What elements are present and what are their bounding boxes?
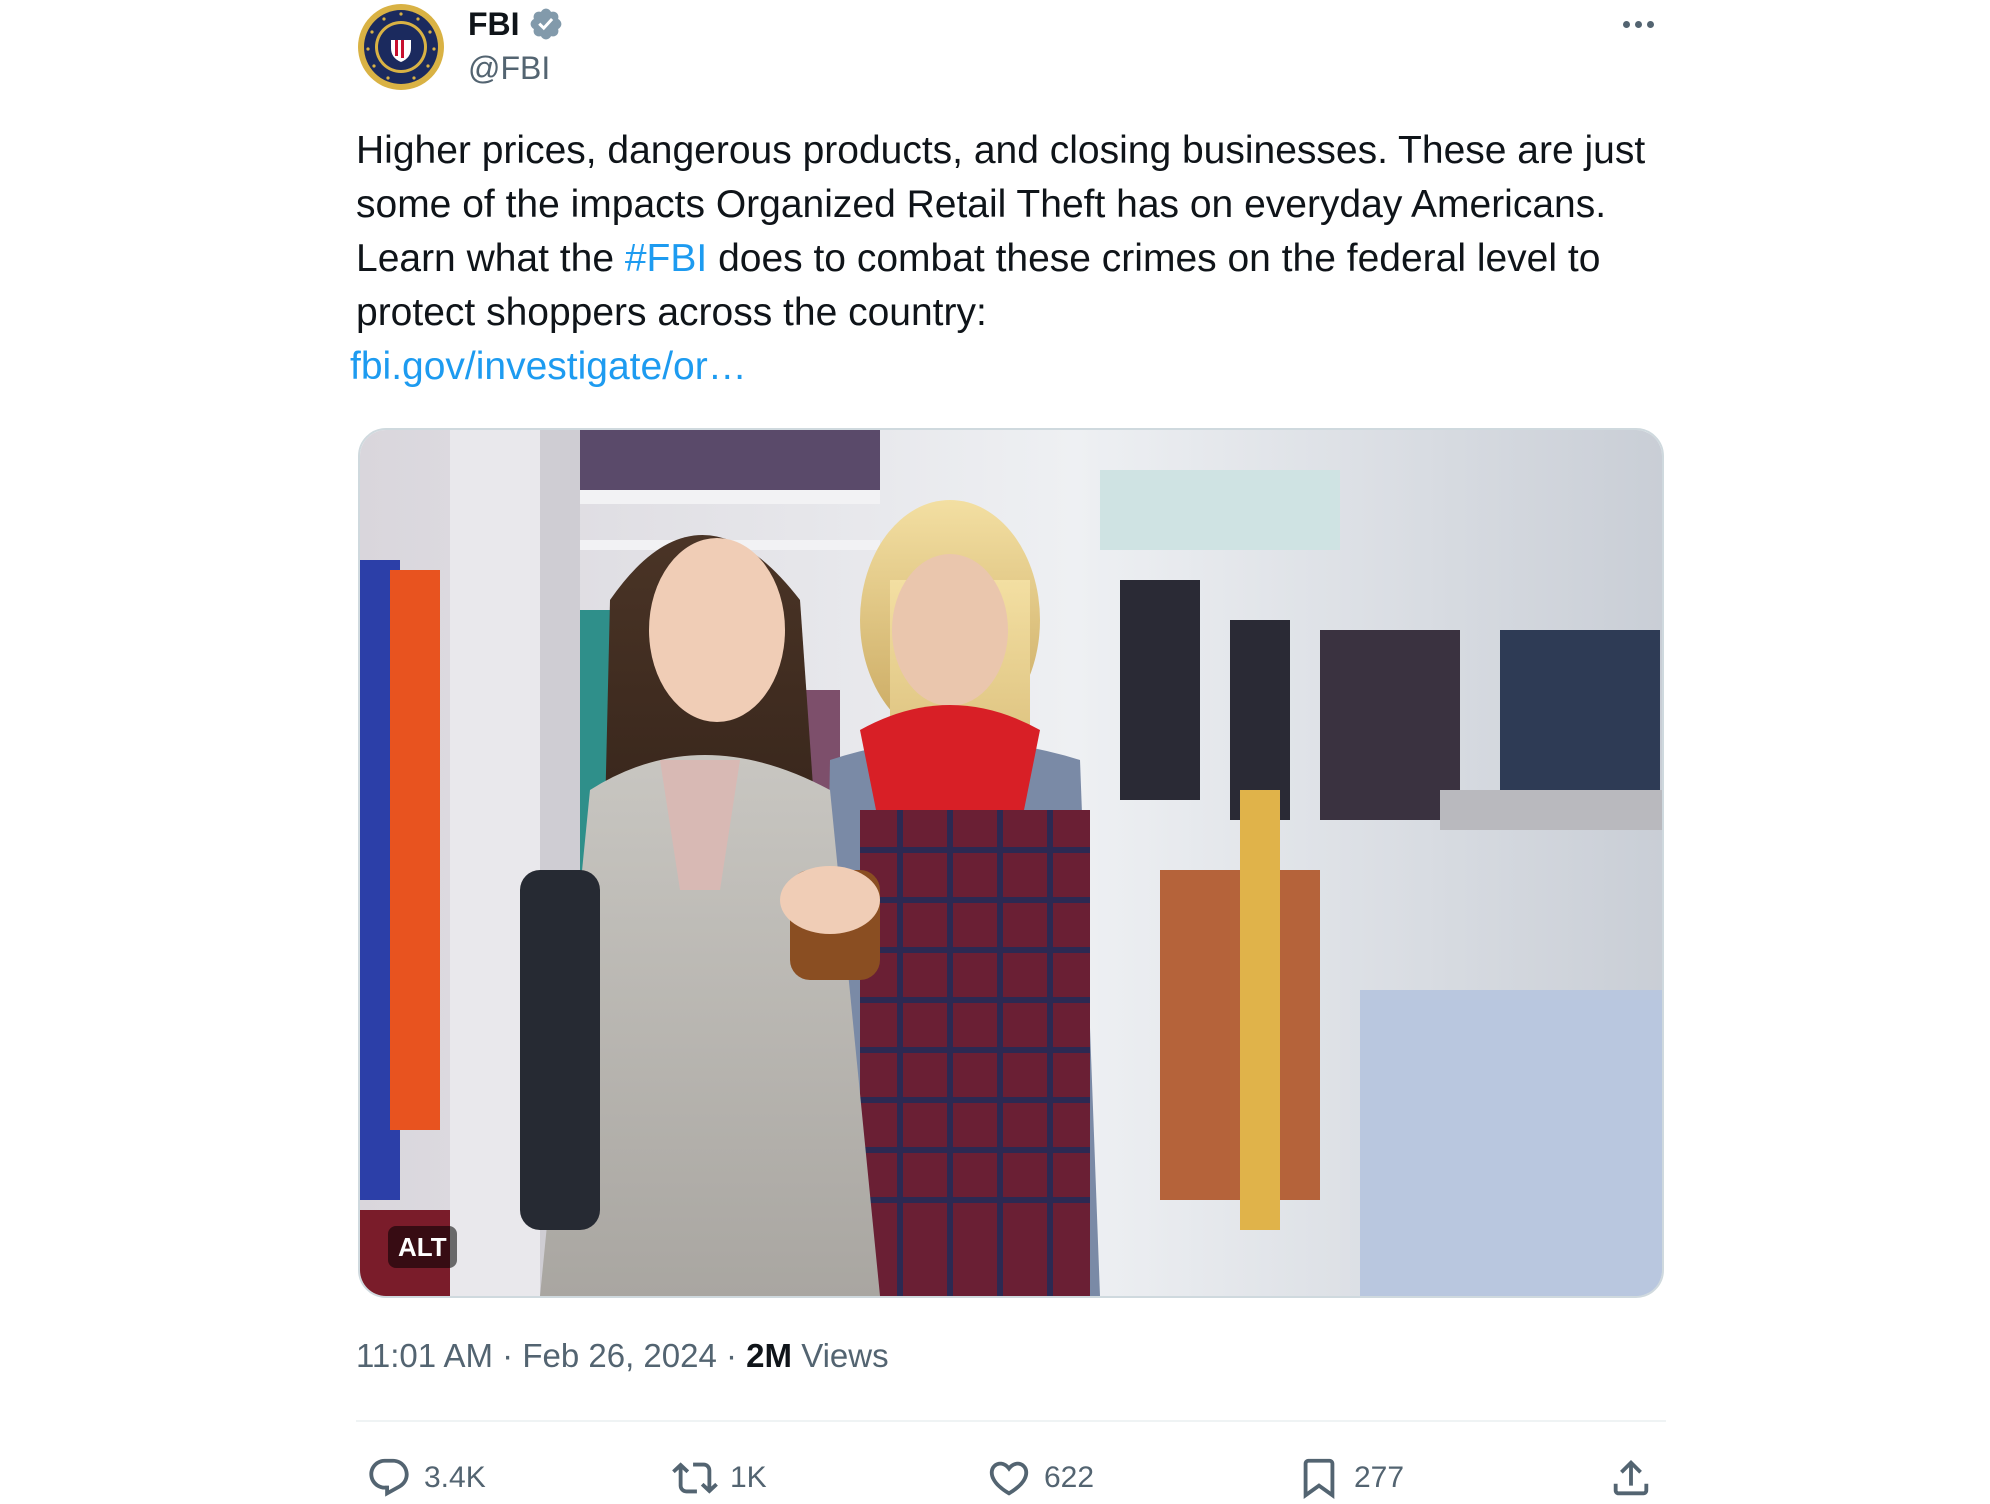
like-count: 622 <box>1044 1461 1095 1494</box>
author-handle[interactable]: @FBI <box>468 50 550 86</box>
alt-text-badge[interactable]: ALT <box>388 1226 457 1268</box>
bookmark-count: 277 <box>1354 1461 1405 1494</box>
more-options-button[interactable] <box>1614 6 1662 42</box>
reply-count: 3.4K <box>424 1461 486 1494</box>
repost-count: 1K <box>730 1461 767 1494</box>
author-name-row[interactable]: FBI <box>468 6 564 42</box>
hashtag-link[interactable]: #FBI <box>625 237 707 280</box>
tweet-meta: 11:01 AM · Feb 26, 2024 · 2M Views <box>356 1336 889 1376</box>
fbi-seal-icon <box>358 4 444 90</box>
share-button[interactable] <box>1608 1452 1654 1504</box>
reply-icon <box>369 1458 409 1497</box>
views-count: 2M <box>746 1337 793 1374</box>
shop-photo-image <box>360 430 1662 1296</box>
divider <box>356 1420 1666 1422</box>
tweet-time[interactable]: 11:01 AM <box>356 1337 493 1374</box>
more-options-icon <box>1646 20 1654 28</box>
meta-separator: · <box>502 1337 514 1374</box>
avatar[interactable] <box>358 4 444 90</box>
repost-button[interactable]: 1K <box>672 1452 767 1504</box>
reply-button[interactable]: 3.4K <box>366 1452 486 1504</box>
tweet: FBI @FBI Higher prices, dangerous produc… <box>350 0 1666 1504</box>
heart-icon <box>989 1461 1029 1496</box>
action-bar: 3.4K 1K 622 277 <box>356 1452 1666 1504</box>
tweet-text: Higher prices, dangerous products, and c… <box>350 124 1666 394</box>
tweet-body: Higher prices, dangerous products, and c… <box>356 124 1666 340</box>
more-options-icon <box>1634 20 1642 28</box>
tweet-media-photo[interactable]: ALT <box>358 428 1664 1298</box>
more-options-icon <box>1622 20 1630 28</box>
external-link[interactable]: fbi.gov/investigate/or… <box>350 340 1666 394</box>
bookmark-button[interactable]: 277 <box>1296 1452 1404 1504</box>
share-icon <box>1613 1459 1649 1496</box>
bookmark-icon <box>1303 1458 1335 1499</box>
views-label: Views <box>801 1337 889 1374</box>
tweet-date[interactable]: Feb 26, 2024 <box>522 1337 717 1374</box>
like-button[interactable]: 622 <box>986 1452 1094 1504</box>
meta-separator: · <box>726 1337 737 1374</box>
repost-icon <box>672 1462 718 1494</box>
display-name[interactable]: FBI <box>468 6 520 42</box>
verified-badge-icon[interactable] <box>528 6 564 42</box>
